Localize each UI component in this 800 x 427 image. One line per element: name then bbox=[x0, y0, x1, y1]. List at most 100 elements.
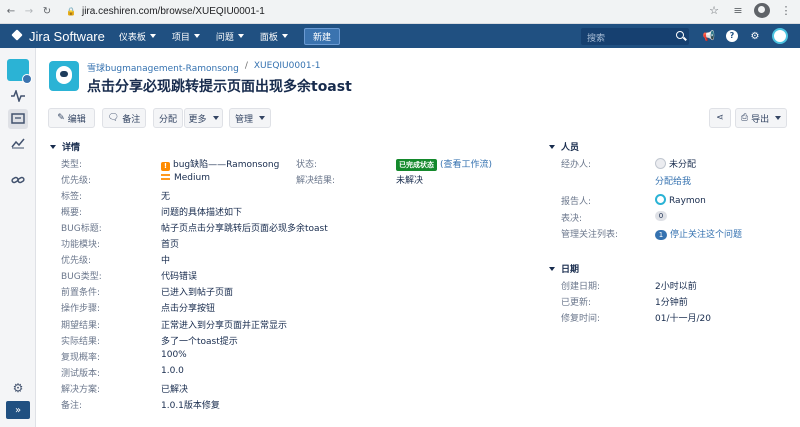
reporter-avatar bbox=[655, 194, 666, 205]
user-avatar[interactable] bbox=[772, 28, 788, 44]
menu-dashboards[interactable]: 仪表板 bbox=[119, 30, 156, 43]
created-value: 2小时以前 bbox=[655, 282, 697, 292]
stop-watching-link[interactable]: 停止关注这个问题 bbox=[670, 230, 742, 240]
field-label: 操作步骤: bbox=[61, 304, 101, 314]
reload-icon[interactable]: ↻ bbox=[40, 6, 54, 17]
project-avatar-icon[interactable] bbox=[7, 59, 32, 84]
reporter-label: 报告人: bbox=[561, 197, 592, 207]
star-icon[interactable]: ☆ bbox=[706, 4, 722, 17]
header-menu: 仪表板 项目 问题 面板 bbox=[119, 30, 304, 43]
export-icon: ⎙ bbox=[740, 113, 749, 123]
media-queue-icon[interactable]: ≡ bbox=[730, 4, 746, 17]
field-value: 问题的具体描述如下 bbox=[161, 208, 243, 218]
address-bar[interactable]: jira.ceshiren.com/browse/XUEQIU0001-1 bbox=[82, 6, 265, 17]
votes-value[interactable]: 0 bbox=[655, 211, 670, 221]
share-button[interactable]: ⋖ bbox=[709, 108, 731, 128]
field-value-type: ! bug缺陷——Ramonsong bbox=[161, 157, 279, 171]
field-value: 无 bbox=[161, 192, 171, 202]
create-button[interactable]: 新建 bbox=[303, 27, 340, 45]
issue-toolbar: ✎ 编辑 🗨 备注 分配 更多 管理 ⋖ ⎙ 导出 bbox=[48, 108, 788, 128]
share-icon: ⋖ bbox=[716, 113, 724, 123]
assignee-name: 未分配 bbox=[669, 160, 697, 170]
field-value: 多了一个toast提示 bbox=[161, 337, 238, 347]
comment-label: 备注 bbox=[122, 114, 141, 125]
updated-value: 1分钟前 bbox=[655, 298, 688, 308]
browser-actions: ☆ ≡ ⋮ bbox=[706, 3, 794, 18]
project-sidebar: ⚙ » bbox=[0, 48, 36, 427]
field-label: BUG类型: bbox=[61, 272, 102, 282]
comment-button[interactable]: 🗨 备注 bbox=[102, 108, 146, 128]
search-input[interactable]: 搜索 bbox=[581, 28, 689, 45]
chevron-down-icon bbox=[212, 116, 219, 120]
kebab-menu-icon[interactable]: ⋮ bbox=[778, 4, 794, 17]
field-value-priority: Medium bbox=[161, 173, 210, 183]
product-name: Jira Software bbox=[29, 28, 105, 44]
gear-icon[interactable]: ⚙ bbox=[748, 31, 762, 42]
jira-logo-icon bbox=[12, 30, 24, 42]
votes-label: 表决: bbox=[561, 214, 583, 224]
browser-profile-icon[interactable] bbox=[754, 3, 770, 18]
people-section-header[interactable]: 人员 bbox=[549, 140, 579, 153]
assign-button[interactable]: 分配 bbox=[153, 108, 183, 128]
search-icon bbox=[676, 31, 684, 39]
menu-projects[interactable]: 项目 bbox=[172, 30, 200, 43]
edit-label: 编辑 bbox=[67, 114, 86, 125]
help-icon[interactable]: ? bbox=[726, 30, 738, 42]
field-label: 测试版本: bbox=[61, 369, 101, 379]
chevron-down-icon bbox=[549, 266, 555, 271]
repair-time-value: 01/十一月/20 bbox=[655, 314, 711, 324]
activity-icon[interactable] bbox=[8, 86, 28, 106]
issue-title[interactable]: 点击分享必现跳转提示页面出现多余toast bbox=[87, 76, 352, 96]
repair-time-label: 修复时间: bbox=[561, 314, 601, 324]
reporter-name: Raymon bbox=[669, 196, 706, 206]
assign-to-me-link[interactable]: 分配给我 bbox=[655, 174, 691, 187]
priority-medium-icon bbox=[161, 174, 170, 180]
created-label: 创建日期: bbox=[561, 282, 601, 292]
field-label: 复现概率: bbox=[61, 353, 101, 363]
details-section-header[interactable]: 详情 bbox=[50, 140, 80, 153]
field-label: 前置条件: bbox=[61, 288, 101, 298]
field-value: 1.0.0 bbox=[161, 366, 184, 376]
edit-button[interactable]: ✎ 编辑 bbox=[48, 108, 95, 128]
dates-section-header[interactable]: 日期 bbox=[549, 262, 579, 275]
field-value: 正常进入到分享页面并正常显示 bbox=[161, 321, 288, 331]
field-label: 优先级: bbox=[61, 256, 92, 266]
back-arrow-icon[interactable]: ← bbox=[4, 6, 18, 17]
jira-logo[interactable]: Jira Software bbox=[12, 29, 105, 44]
more-label: 更多 bbox=[188, 114, 207, 125]
export-button[interactable]: ⎙ 导出 bbox=[735, 108, 787, 128]
watchers-count[interactable]: 1 bbox=[655, 230, 667, 240]
type-value: bug缺陷——Ramonsong bbox=[173, 160, 280, 170]
more-button[interactable]: 更多 bbox=[184, 108, 223, 128]
link-icon[interactable] bbox=[8, 170, 28, 190]
megaphone-icon[interactable]: 📢 bbox=[702, 31, 716, 42]
project-avatar[interactable] bbox=[49, 61, 79, 91]
field-value: 100% bbox=[161, 350, 187, 360]
admin-label: 管理 bbox=[234, 114, 253, 125]
field-label: 实际结果: bbox=[61, 337, 101, 347]
reporter-value[interactable]: Raymon bbox=[655, 194, 706, 206]
assignee-label: 经办人: bbox=[561, 160, 592, 170]
menu-boards[interactable]: 面板 bbox=[260, 30, 288, 43]
people-heading: 人员 bbox=[561, 143, 580, 153]
dates-heading: 日期 bbox=[561, 265, 580, 275]
jira-header: Jira Software 仪表板 项目 问题 面板 新建 搜索 📢 ? ⚙ bbox=[0, 24, 800, 48]
field-label: 标签: bbox=[61, 192, 83, 202]
breadcrumb-issue-key[interactable]: XUEQIU0001-1 bbox=[254, 61, 321, 74]
settings-gear-icon[interactable]: ⚙ bbox=[8, 378, 28, 398]
lock-icon[interactable]: 🔒 bbox=[66, 7, 76, 16]
view-workflow-link[interactable]: (查看工作流) bbox=[440, 160, 492, 170]
field-value: 已进入到帖子页面 bbox=[161, 288, 234, 298]
breadcrumb-project[interactable]: 雪球bugmanagement-Ramonsong bbox=[87, 61, 239, 74]
reports-icon[interactable] bbox=[8, 133, 28, 153]
field-value: 首页 bbox=[161, 240, 180, 250]
field-label: 功能模块: bbox=[61, 240, 101, 250]
forward-arrow-icon[interactable]: → bbox=[22, 6, 36, 17]
issues-icon[interactable] bbox=[8, 109, 28, 129]
expand-sidebar-icon[interactable]: » bbox=[6, 401, 30, 419]
assignee-value: 未分配 bbox=[655, 157, 696, 170]
admin-button[interactable]: 管理 bbox=[229, 108, 271, 128]
menu-issues[interactable]: 问题 bbox=[216, 30, 244, 43]
search-placeholder: 搜索 bbox=[587, 34, 606, 44]
status-value: 已完成状态 (查看工作流) bbox=[396, 157, 492, 171]
